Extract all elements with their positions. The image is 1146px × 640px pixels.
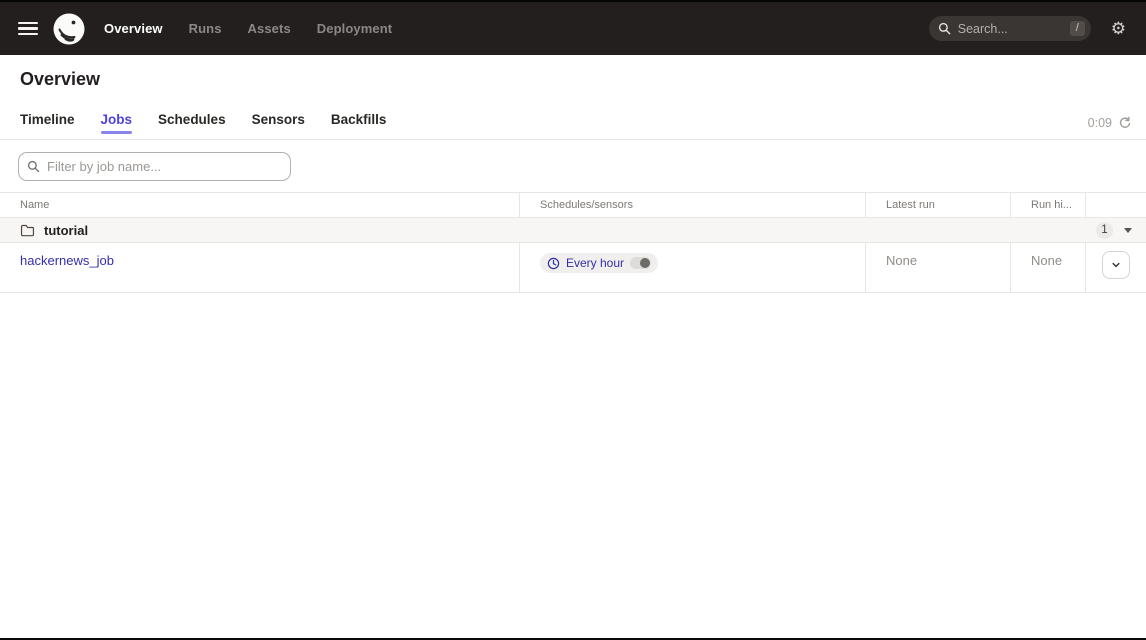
column-header-name: Name	[0, 193, 520, 217]
dagster-logo-icon[interactable]	[52, 12, 86, 46]
folder-icon	[20, 224, 35, 237]
filter-section	[0, 140, 1146, 181]
gear-icon[interactable]: ⚙	[1111, 20, 1126, 37]
nav-item-deployment[interactable]: Deployment	[317, 21, 392, 36]
group-collapse-caret-icon[interactable]	[1124, 228, 1132, 233]
tab-jobs[interactable]: Jobs	[101, 113, 133, 139]
schedule-toggle[interactable]	[630, 257, 651, 269]
job-row-hackernews-job: hackernews_job Every hour None None	[0, 243, 1146, 293]
nav-item-overview[interactable]: Overview	[104, 21, 163, 36]
table-header-row: Name Schedules/sensors Latest run Run hi…	[0, 193, 1146, 218]
schedule-chip[interactable]: Every hour	[540, 253, 658, 273]
filter-search-icon	[27, 160, 40, 173]
search-icon	[938, 22, 951, 35]
row-actions-cell	[1086, 243, 1146, 292]
nav-right-section: Search... / ⚙	[929, 16, 1130, 41]
nav-item-runs[interactable]: Runs	[189, 21, 222, 36]
job-link[interactable]: hackernews_job	[20, 253, 114, 268]
repo-group-row-tutorial[interactable]: tutorial 1	[0, 218, 1146, 243]
auto-refresh-status: 0:09	[1088, 116, 1132, 139]
global-search-input[interactable]: Search... /	[929, 16, 1091, 41]
row-menu-button[interactable]	[1102, 251, 1130, 279]
group-job-count-badge: 1	[1096, 222, 1113, 239]
group-name: tutorial	[44, 223, 88, 238]
chevron-down-icon	[1110, 259, 1122, 271]
schedule-label: Every hour	[566, 256, 624, 270]
search-placeholder: Search...	[958, 22, 1008, 36]
latest-run-cell: None	[866, 243, 1011, 292]
tab-schedules[interactable]: Schedules	[158, 113, 226, 139]
tab-timeline[interactable]: Timeline	[20, 113, 75, 139]
primary-nav: Overview Runs Assets Deployment	[104, 21, 392, 36]
refresh-countdown: 0:09	[1088, 116, 1112, 130]
column-header-latest-run: Latest run	[866, 193, 1011, 217]
column-header-actions	[1086, 193, 1146, 217]
job-name-cell: hackernews_job	[0, 243, 520, 292]
search-shortcut-badge: /	[1070, 21, 1085, 36]
tab-sensors[interactable]: Sensors	[252, 113, 305, 139]
run-history-cell: None	[1011, 243, 1086, 292]
column-header-schedules-sensors: Schedules/sensors	[520, 193, 866, 217]
page-title: Overview	[0, 55, 1146, 89]
clock-icon	[547, 257, 560, 270]
jobs-table: Name Schedules/sensors Latest run Run hi…	[0, 192, 1146, 293]
refresh-icon[interactable]	[1118, 116, 1132, 130]
schedules-cell: Every hour	[520, 243, 866, 292]
top-nav: Overview Runs Assets Deployment Search..…	[0, 0, 1146, 55]
hamburger-menu-icon[interactable]	[18, 22, 38, 36]
column-header-run-history: Run hi...	[1011, 193, 1086, 217]
job-filter-input[interactable]	[18, 152, 291, 181]
tab-backfills[interactable]: Backfills	[331, 113, 387, 139]
overview-tabs: Timeline Jobs Schedules Sensors Backfill…	[0, 113, 1146, 140]
nav-item-assets[interactable]: Assets	[248, 21, 291, 36]
